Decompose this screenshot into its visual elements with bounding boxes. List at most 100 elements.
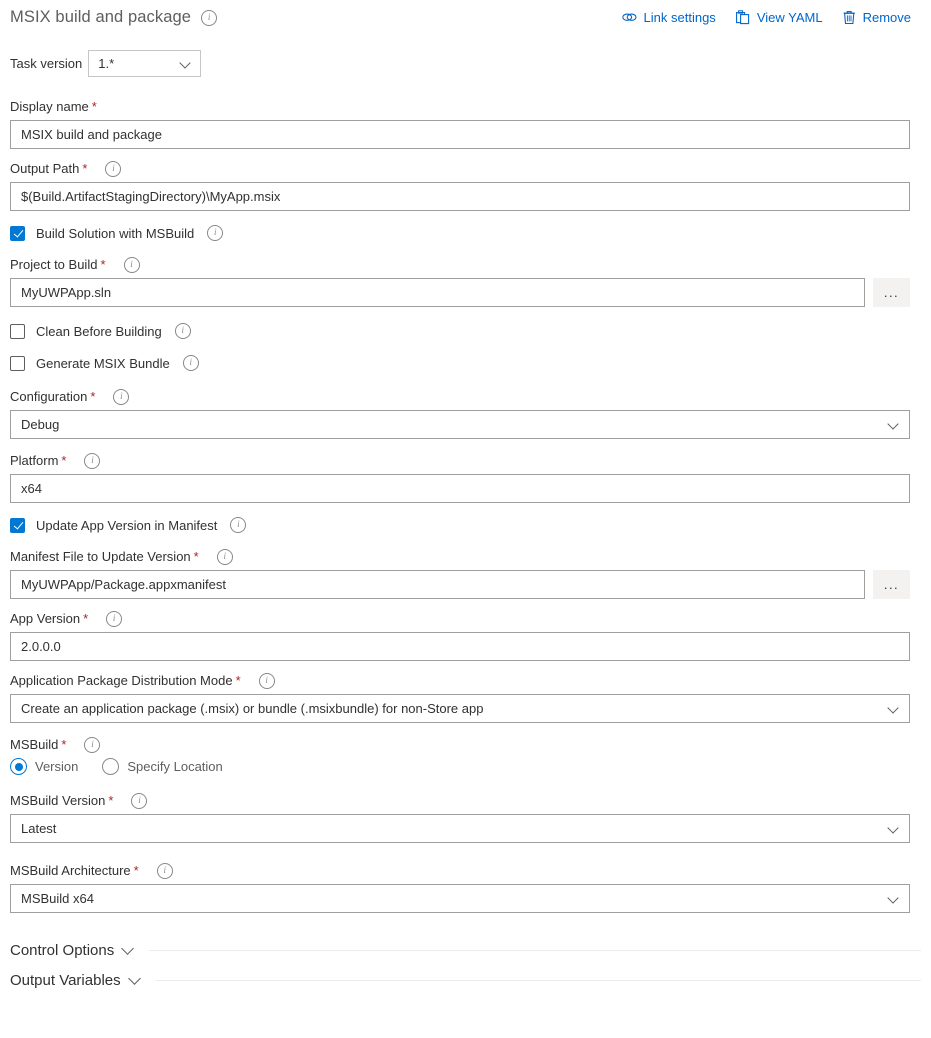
- info-icon[interactable]: [216, 549, 233, 565]
- msbuild-radio-specify-location[interactable]: Specify Location: [102, 758, 223, 775]
- view-yaml-label: View YAML: [756, 10, 823, 25]
- task-version-label: Task version: [10, 56, 83, 71]
- msbuild-architecture-select[interactable]: MSBuild x64: [10, 884, 910, 913]
- info-icon[interactable]: [84, 737, 101, 753]
- required-asterisk: *: [91, 99, 97, 114]
- task-version-value: 1.*: [98, 56, 115, 71]
- output-path-label: Output Path *: [10, 161, 921, 177]
- platform-label: Platform *: [10, 453, 921, 469]
- radio-specify-location-label: Specify Location: [127, 759, 223, 774]
- chevron-down-icon: [889, 823, 900, 834]
- generate-msix-bundle-label: Generate MSIX Bundle: [36, 355, 170, 371]
- info-icon[interactable]: [258, 673, 275, 689]
- msbuild-version-select[interactable]: Latest: [10, 814, 910, 843]
- output-path-value: $(Build.ArtifactStagingDirectory)\MyApp.…: [21, 189, 281, 204]
- task-form: Display name * MSIX build and package Ou…: [0, 99, 931, 913]
- generate-msix-bundle-checkbox-row[interactable]: Generate MSIX Bundle: [10, 353, 921, 373]
- app-version-input[interactable]: 2.0.0.0: [10, 632, 910, 661]
- output-path-label-text: Output Path: [10, 161, 80, 176]
- clean-before-building-label: Clean Before Building: [36, 323, 162, 339]
- update-app-version-checkbox[interactable]: [10, 517, 25, 533]
- project-to-build-label: Project to Build *: [10, 257, 921, 273]
- msbuild-version-label-text: MSBuild Version: [10, 793, 106, 808]
- app-version-label-text: App Version: [10, 611, 81, 626]
- output-path-input[interactable]: $(Build.ArtifactStagingDirectory)\MyApp.…: [10, 182, 910, 211]
- clean-before-building-checkbox-row[interactable]: Clean Before Building: [10, 321, 921, 341]
- manifest-file-label-text: Manifest File to Update Version: [10, 549, 191, 564]
- chevron-down-icon: [889, 703, 900, 714]
- info-icon[interactable]: [201, 10, 218, 26]
- update-app-version-checkbox-row[interactable]: Update App Version in Manifest: [10, 515, 921, 535]
- display-name-input[interactable]: MSIX build and package: [10, 120, 910, 149]
- task-version-row: Task version 1.*: [0, 36, 931, 77]
- radio-version-indicator[interactable]: [10, 758, 27, 775]
- info-icon[interactable]: [123, 257, 140, 273]
- msbuild-label: MSBuild *: [10, 737, 921, 753]
- manifest-file-row: MyUWPApp/Package.appxmanifest ...: [10, 570, 921, 599]
- radio-specify-location-indicator[interactable]: [102, 758, 120, 775]
- manifest-file-browse-button[interactable]: ...: [873, 570, 910, 599]
- info-icon[interactable]: [230, 517, 247, 533]
- section-control-options[interactable]: Control Options: [0, 935, 931, 965]
- msbuild-radio-version[interactable]: Version: [10, 758, 78, 775]
- configuration-label: Configuration *: [10, 389, 921, 405]
- divider: [149, 949, 921, 951]
- build-solution-checkbox[interactable]: [10, 225, 25, 241]
- configuration-select[interactable]: Debug: [10, 410, 910, 439]
- info-icon[interactable]: [156, 863, 173, 879]
- remove-button[interactable]: Remove: [843, 10, 911, 25]
- msbuild-version-label: MSBuild Version *: [10, 793, 921, 809]
- task-version-select[interactable]: 1.*: [88, 50, 202, 77]
- required-asterisk: *: [193, 549, 199, 564]
- app-version-label: App Version *: [10, 611, 921, 627]
- info-icon[interactable]: [84, 453, 101, 469]
- project-to-build-row: MyUWPApp.sln ...: [10, 278, 921, 307]
- task-editor-panel: MSIX build and package Link settings: [0, 0, 931, 1038]
- info-icon[interactable]: [106, 611, 123, 627]
- link-settings-label: Link settings: [643, 10, 716, 25]
- required-asterisk: *: [100, 257, 106, 272]
- header-actions: Link settings View YAML Remove: [621, 6, 911, 25]
- distribution-mode-label: Application Package Distribution Mode *: [10, 673, 921, 689]
- view-yaml-button[interactable]: View YAML: [735, 10, 823, 25]
- generate-msix-bundle-checkbox[interactable]: [10, 355, 25, 371]
- configuration-label-text: Configuration: [10, 389, 88, 404]
- required-asterisk: *: [82, 161, 88, 176]
- chevron-down-icon: [181, 58, 192, 69]
- display-name-label: Display name *: [10, 99, 921, 115]
- info-icon[interactable]: [113, 389, 130, 405]
- info-icon[interactable]: [131, 793, 148, 809]
- chevron-down-icon: [889, 419, 900, 430]
- project-to-build-browse-button[interactable]: ...: [873, 278, 910, 307]
- platform-input[interactable]: x64: [10, 474, 910, 503]
- update-app-version-label: Update App Version in Manifest: [36, 517, 218, 533]
- chevron-down-icon: [123, 944, 136, 957]
- project-to-build-value: MyUWPApp.sln: [21, 285, 112, 300]
- display-name-value: MSIX build and package: [21, 127, 162, 142]
- info-icon[interactable]: [207, 225, 224, 241]
- msbuild-architecture-label: MSBuild Architecture *: [10, 863, 921, 879]
- configuration-value: Debug: [21, 417, 60, 432]
- section-output-variables[interactable]: Output Variables: [0, 965, 931, 995]
- manifest-file-input[interactable]: MyUWPApp/Package.appxmanifest: [10, 570, 865, 599]
- link-icon: [621, 11, 637, 24]
- clean-before-building-checkbox[interactable]: [10, 323, 25, 339]
- msbuild-architecture-value: MSBuild x64: [21, 891, 94, 906]
- task-header: MSIX build and package Link settings: [0, 0, 931, 36]
- project-to-build-input[interactable]: MyUWPApp.sln: [10, 278, 865, 307]
- manifest-file-label: Manifest File to Update Version *: [10, 549, 921, 565]
- project-to-build-label-text: Project to Build: [10, 257, 98, 272]
- msbuild-label-text: MSBuild: [10, 737, 59, 752]
- distribution-mode-select[interactable]: Create an application package (.msix) or…: [10, 694, 910, 723]
- required-asterisk: *: [90, 389, 96, 404]
- build-solution-checkbox-row[interactable]: Build Solution with MSBuild: [10, 223, 921, 243]
- display-name-label-text: Display name: [10, 99, 89, 114]
- info-icon[interactable]: [182, 355, 199, 371]
- msbuild-radio-group: Version Specify Location: [10, 758, 921, 775]
- msbuild-version-value: Latest: [21, 821, 57, 836]
- info-icon[interactable]: [174, 323, 191, 339]
- required-asterisk: *: [83, 611, 89, 626]
- manifest-file-value: MyUWPApp/Package.appxmanifest: [21, 577, 226, 592]
- info-icon[interactable]: [105, 161, 122, 177]
- link-settings-button[interactable]: Link settings: [621, 10, 716, 25]
